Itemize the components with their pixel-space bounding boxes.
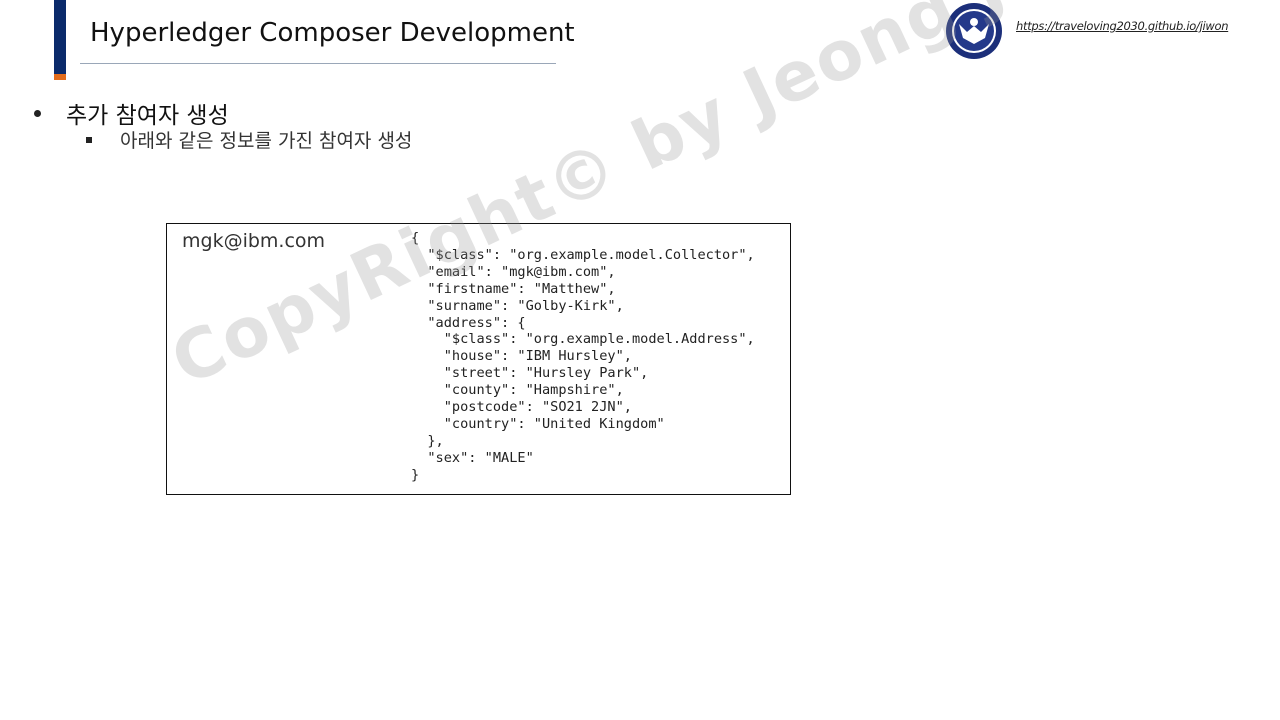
participant-code-box: mgk@ibm.com { "$class": "org.example.mod… xyxy=(166,223,791,495)
bullet-square-icon xyxy=(86,136,92,143)
participant-id: mgk@ibm.com xyxy=(182,230,326,252)
json-line: "sex": "MALE" xyxy=(411,449,534,466)
json-line: { xyxy=(411,230,420,246)
json-line: "$class": "org.example.model.Collector", xyxy=(411,246,755,263)
json-line: "$class": "org.example.model.Address", xyxy=(411,331,755,348)
slide: Hyperledger Composer Development https:/… xyxy=(0,0,1280,720)
sub-bullet-text: 아래와 같은 정보를 가진 참여자 생성 xyxy=(120,130,413,152)
university-logo-icon xyxy=(945,2,1003,60)
json-line: "address": { xyxy=(411,314,526,331)
bullet-text: 추가 참여자 생성 xyxy=(66,103,229,129)
bullet-create-participant: 추가 참여자 생성 xyxy=(34,96,229,130)
json-line: "surname": "Golby-Kirk", xyxy=(411,297,624,314)
json-line: "street": "Hursley Park", xyxy=(411,365,649,382)
page-title: Hyperledger Composer Development xyxy=(90,18,575,48)
json-line: "house": "IBM Hursley", xyxy=(411,348,632,365)
json-line: } xyxy=(411,466,420,483)
sub-bullet-participant-info: 아래와 같은 정보를 가진 참여자 생성 xyxy=(86,126,412,153)
json-line: "postcode": "SO21 2JN", xyxy=(411,399,632,416)
json-line: "county": "Hampshire", xyxy=(411,382,624,399)
bullet-dot-icon xyxy=(34,109,41,117)
json-line: "email": "mgk@ibm.com", xyxy=(411,263,616,280)
json-line: "country": "United Kingdom" xyxy=(411,415,665,432)
title-divider xyxy=(80,63,556,64)
json-line: "firstname": "Matthew", xyxy=(411,280,616,297)
title-accent-bar xyxy=(54,0,66,80)
json-line: }, xyxy=(411,432,444,449)
participant-json: { "$class": "org.example.model.Collector… xyxy=(411,230,755,484)
author-url-link[interactable]: https://traveloving2030.github.io/jiwon xyxy=(1016,19,1229,33)
